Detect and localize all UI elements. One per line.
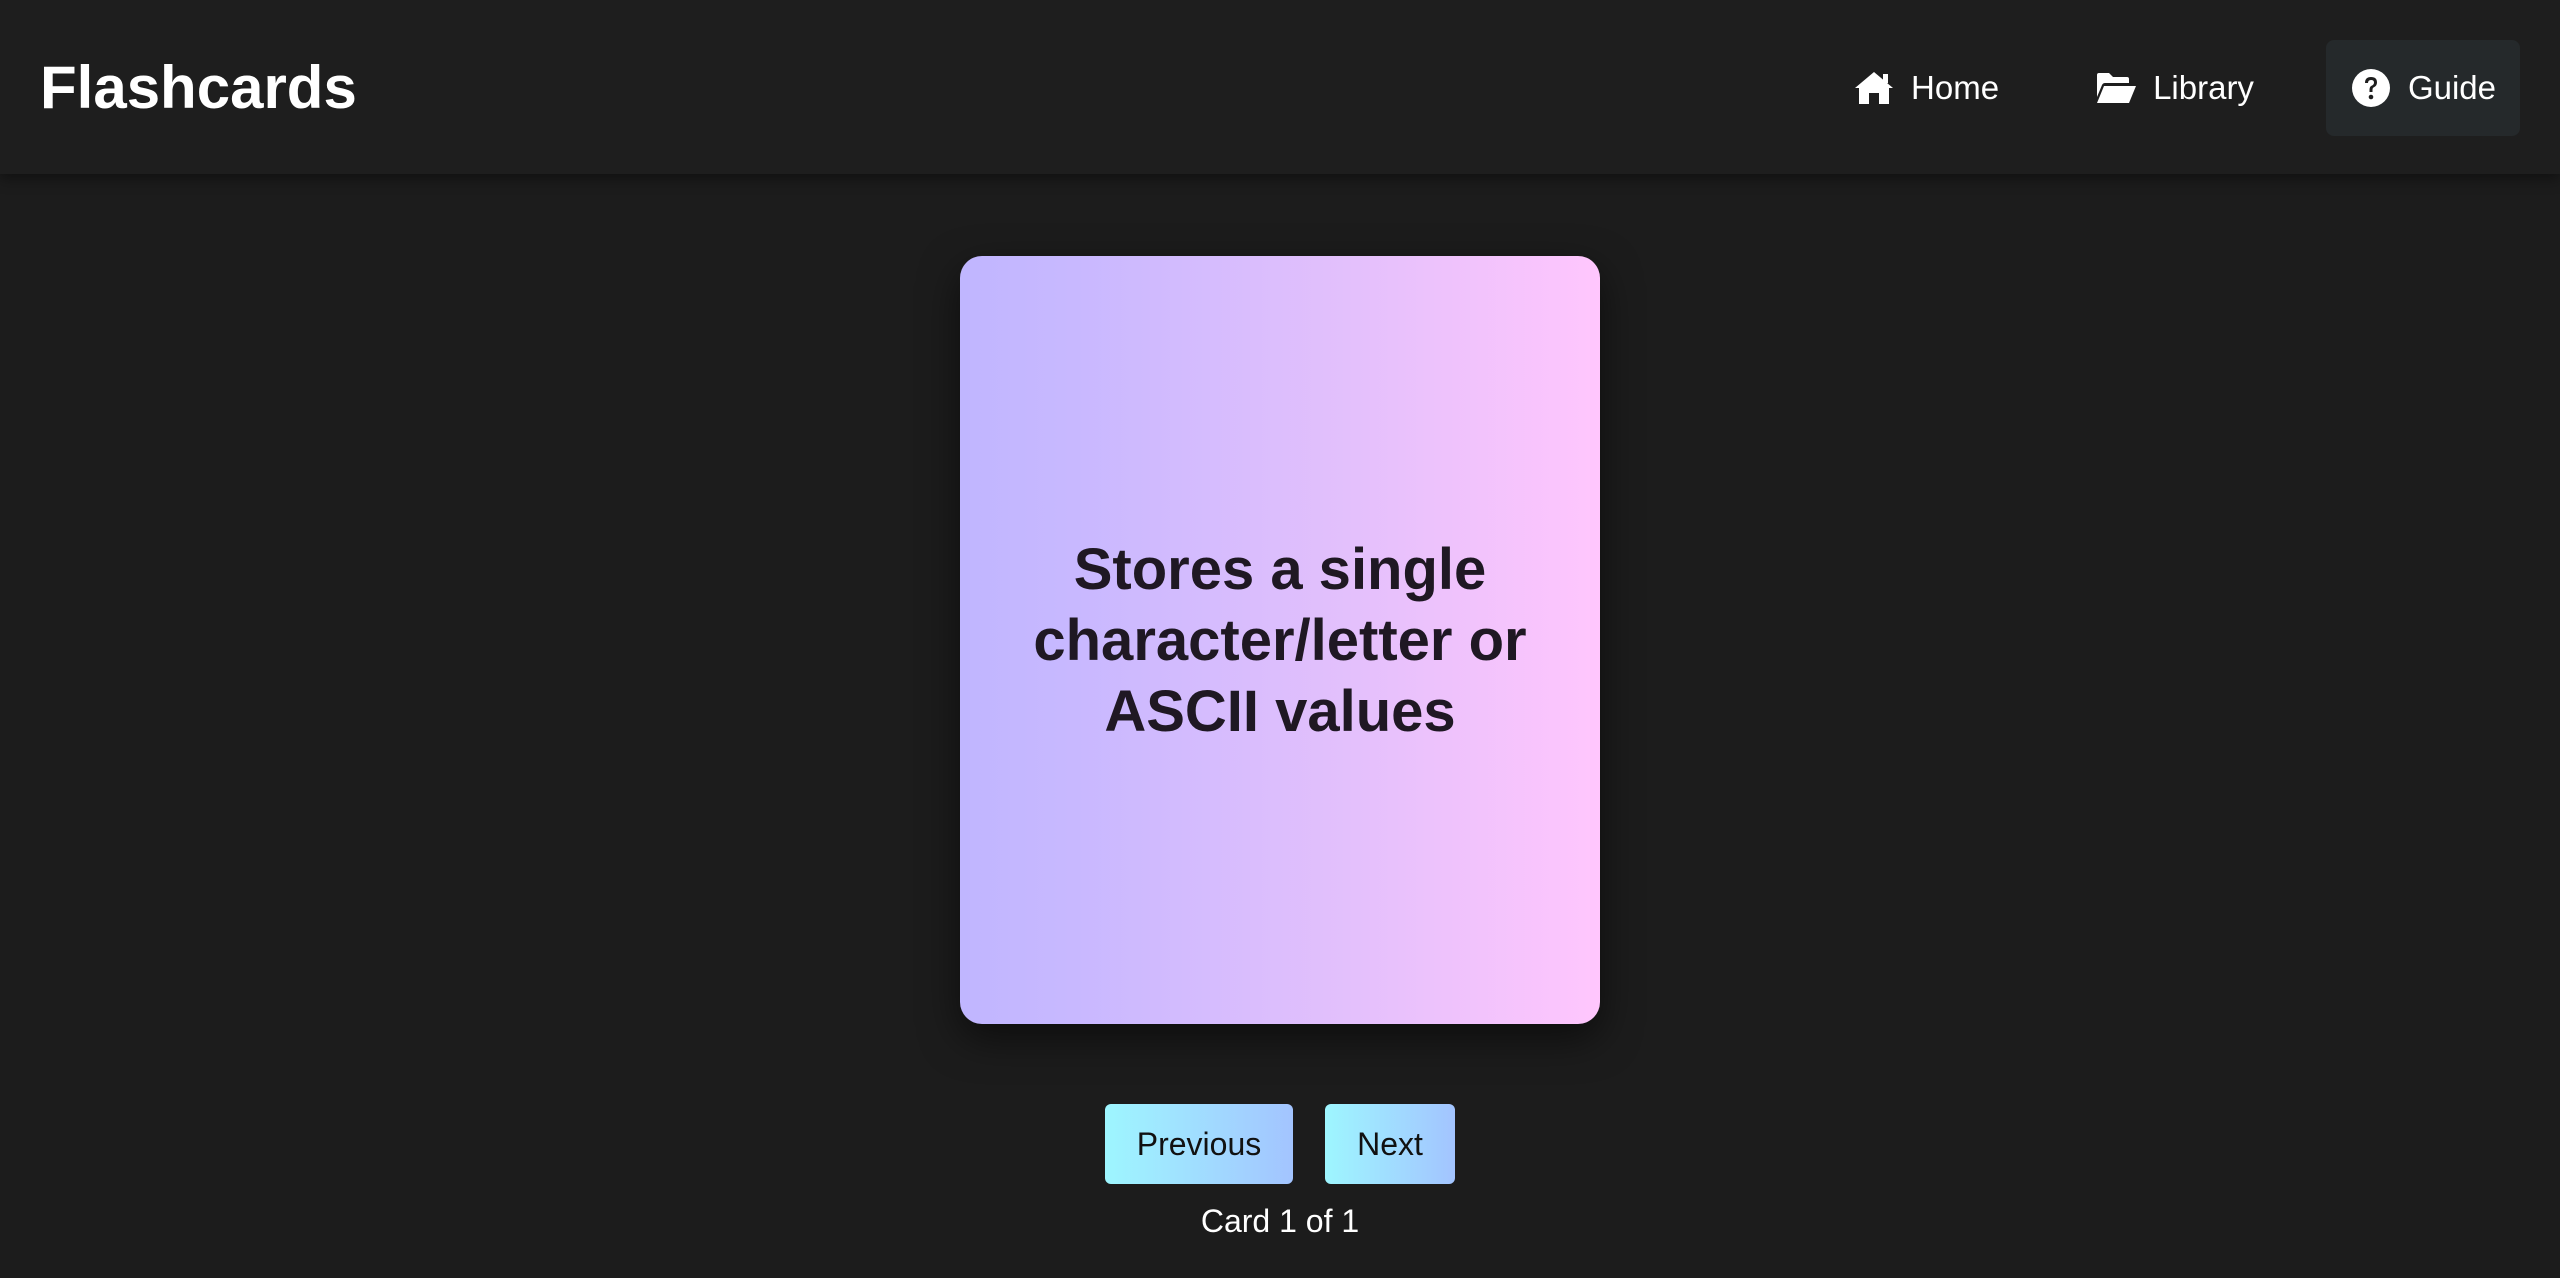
flashcard[interactable]: Stores a single character/letter or ASCI… <box>960 256 1600 1024</box>
nav-item-label: Home <box>1911 69 2000 106</box>
card-counter: Card 1 of 1 <box>1200 1203 1360 1239</box>
card-controls: Previous Next <box>0 1104 2560 1184</box>
nav-item-label: Guide <box>2407 69 2496 106</box>
next-button[interactable]: Next <box>1325 1104 1455 1184</box>
nav-item-label: Library <box>2153 69 2254 106</box>
nav-item-home[interactable]: Home <box>1829 40 2023 136</box>
nav-item-guide[interactable]: Guide <box>2325 40 2520 136</box>
question-circle-icon <box>2350 67 2392 109</box>
nav-item-library[interactable]: Library <box>2071 40 2278 136</box>
main-nav: Home Library Guide <box>1781 40 2520 136</box>
previous-button[interactable]: Previous <box>1105 1104 1293 1184</box>
app-title[interactable]: Flashcards <box>40 50 357 126</box>
flashcard-text: Stores a single character/letter or ASCI… <box>1033 536 1527 744</box>
top-navbar: Flashcards Home Library Guide <box>0 0 2560 174</box>
folder-open-icon <box>2095 67 2137 109</box>
home-icon <box>1853 67 1895 109</box>
